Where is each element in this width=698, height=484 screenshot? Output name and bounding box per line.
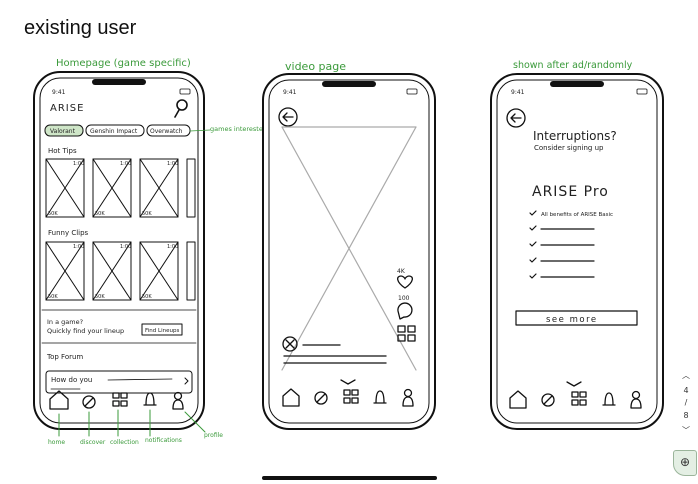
- svg-text:1:00: 1:00: [167, 161, 178, 167]
- svg-text:Overwatch: Overwatch: [150, 128, 183, 135]
- svg-text:collection: collection: [110, 439, 139, 446]
- home-frame: Homepage (game specific) 9:41 ARISE Valo…: [33, 58, 267, 446]
- svg-text:50K: 50K: [48, 211, 58, 217]
- video-annotation: video page: [285, 60, 346, 73]
- svg-text:50K: 50K: [48, 294, 58, 300]
- svg-text:1:00: 1:00: [167, 244, 178, 250]
- svg-text:50K: 50K: [95, 294, 105, 300]
- svg-text:see more: see more: [546, 315, 598, 325]
- chips-note: games interested: [210, 125, 267, 133]
- svg-text:50K: 50K: [95, 211, 105, 217]
- top-forum-heading: Top Forum: [46, 353, 83, 361]
- svg-text:100: 100: [398, 295, 410, 302]
- svg-text:Valorant: Valorant: [50, 128, 76, 135]
- svg-text:1:00: 1:00: [73, 161, 84, 167]
- hot-tips-heading: Hot Tips: [48, 147, 77, 155]
- svg-text:4K: 4K: [397, 268, 406, 275]
- svg-text:9:41: 9:41: [283, 89, 297, 96]
- total-pages: 8: [683, 411, 689, 420]
- pro-headline: Interruptions?: [533, 129, 617, 143]
- home-annotation: Homepage (game specific): [56, 58, 191, 69]
- svg-text:How do you: How do you: [51, 376, 92, 384]
- prev-page-button[interactable]: ︿: [678, 368, 694, 383]
- svg-text:home: home: [48, 439, 65, 446]
- zoom-icon[interactable]: ⊕: [673, 450, 697, 476]
- svg-text:1:00: 1:00: [73, 244, 84, 250]
- svg-text:discover: discover: [80, 439, 106, 446]
- svg-text:Genshin Impact: Genshin Impact: [90, 128, 138, 135]
- home-indicator: [262, 476, 437, 480]
- svg-text:50K: 50K: [142, 294, 152, 300]
- next-page-button[interactable]: ﹀: [678, 423, 694, 438]
- pro-benefit: All benefits of ARISE Basic: [541, 212, 613, 218]
- game-chip-valorant[interactable]: Valorant: [44, 124, 84, 137]
- pro-frame: shown after ad/randomly 9:41 Interruptio…: [490, 60, 664, 430]
- svg-text:9:41: 9:41: [511, 89, 525, 96]
- home-status-time: 9:41: [52, 89, 66, 96]
- svg-text:50K: 50K: [142, 211, 152, 217]
- in-game-line2: Quickly find your lineup: [47, 327, 124, 335]
- svg-text:1:00: 1:00: [120, 161, 131, 167]
- pro-product-name: ARISE Pro: [532, 184, 609, 200]
- current-page: 4: [683, 386, 689, 395]
- pro-annotation: shown after ad/randomly: [513, 60, 633, 71]
- page-separator: /: [684, 398, 688, 407]
- svg-text:notifications: notifications: [145, 437, 182, 444]
- svg-text:Find Lineups: Find Lineups: [145, 328, 179, 334]
- wireframe-canvas: Homepage (game specific) 9:41 ARISE Valo…: [33, 58, 664, 446]
- home-app-name: ARISE: [50, 103, 84, 114]
- pro-subhead: Consider signing up: [534, 144, 604, 152]
- svg-text:1:00: 1:00: [120, 244, 131, 250]
- in-game-line1: In a game?: [47, 318, 83, 326]
- video-frame: video page 9:41 4K 100: [262, 60, 436, 430]
- funny-clips-heading: Funny Clips: [48, 229, 89, 237]
- svg-text:profile: profile: [204, 432, 223, 439]
- page-pager: ︿ 4 / 8 ﹀: [678, 368, 694, 438]
